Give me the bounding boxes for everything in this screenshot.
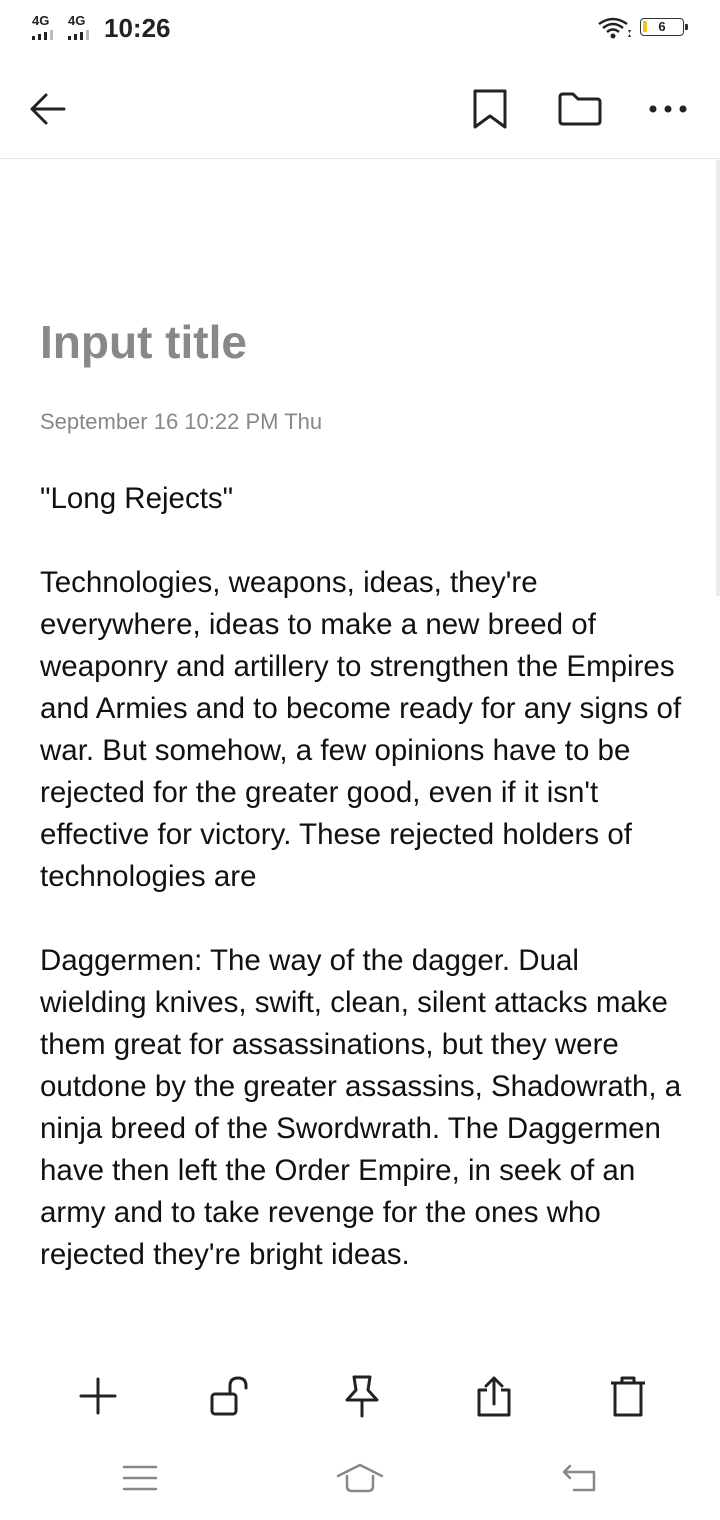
menu-icon	[122, 1465, 158, 1491]
share-button[interactable]	[468, 1370, 520, 1422]
delete-button[interactable]	[602, 1370, 654, 1422]
body-paragraph: "Long Rejects"	[40, 482, 234, 515]
add-button[interactable]	[72, 1370, 124, 1422]
more-button[interactable]	[642, 83, 694, 135]
signal-1-label: 4G	[32, 13, 50, 28]
body-paragraph: Technologies, weapons, ideas, they're ev…	[40, 566, 682, 893]
bottom-action-bar	[0, 1360, 720, 1424]
note-toolbar	[0, 58, 720, 159]
lock-button[interactable]	[204, 1370, 256, 1422]
signal-icon	[32, 30, 58, 40]
pin-button[interactable]	[336, 1370, 388, 1422]
back-arrow-icon	[30, 93, 66, 125]
status-time: 10:26	[104, 13, 171, 43]
body-paragraph: Daggermen: The way of the dagger. Dual w…	[40, 944, 682, 1271]
status-bar: 4G 4G 10:26 6	[0, 0, 720, 58]
signal-2-label: 4G	[68, 13, 86, 28]
bookmark-icon	[473, 89, 507, 129]
system-nav-bar	[0, 1448, 720, 1508]
battery-icon: 6	[640, 18, 688, 36]
menu-button[interactable]	[110, 1456, 170, 1500]
battery-percent: 6	[658, 19, 666, 34]
nav-back-button[interactable]	[550, 1456, 610, 1500]
delete-icon	[611, 1376, 645, 1417]
share-icon	[477, 1376, 511, 1417]
unlock-icon	[210, 1376, 248, 1416]
more-icon	[649, 105, 687, 113]
back-button[interactable]	[22, 83, 74, 135]
folder-icon	[558, 92, 602, 126]
note-body[interactable]: "Long Rejects" Technologies, weapons, id…	[40, 478, 690, 1276]
note-content: Input title September 16 10:22 PM Thu "L…	[40, 300, 690, 1318]
scrollbar[interactable]	[716, 160, 720, 596]
home-icon	[336, 1463, 384, 1493]
pin-icon	[345, 1375, 379, 1418]
wifi-icon	[598, 17, 631, 39]
folder-button[interactable]	[554, 83, 606, 135]
bookmark-button[interactable]	[464, 83, 516, 135]
note-date: September 16 10:22 PM Thu	[40, 409, 323, 434]
signal-icon	[68, 30, 94, 40]
home-button[interactable]	[330, 1456, 390, 1500]
title-input[interactable]: Input title	[40, 312, 690, 372]
add-icon	[79, 1377, 117, 1415]
back-icon	[562, 1464, 596, 1492]
